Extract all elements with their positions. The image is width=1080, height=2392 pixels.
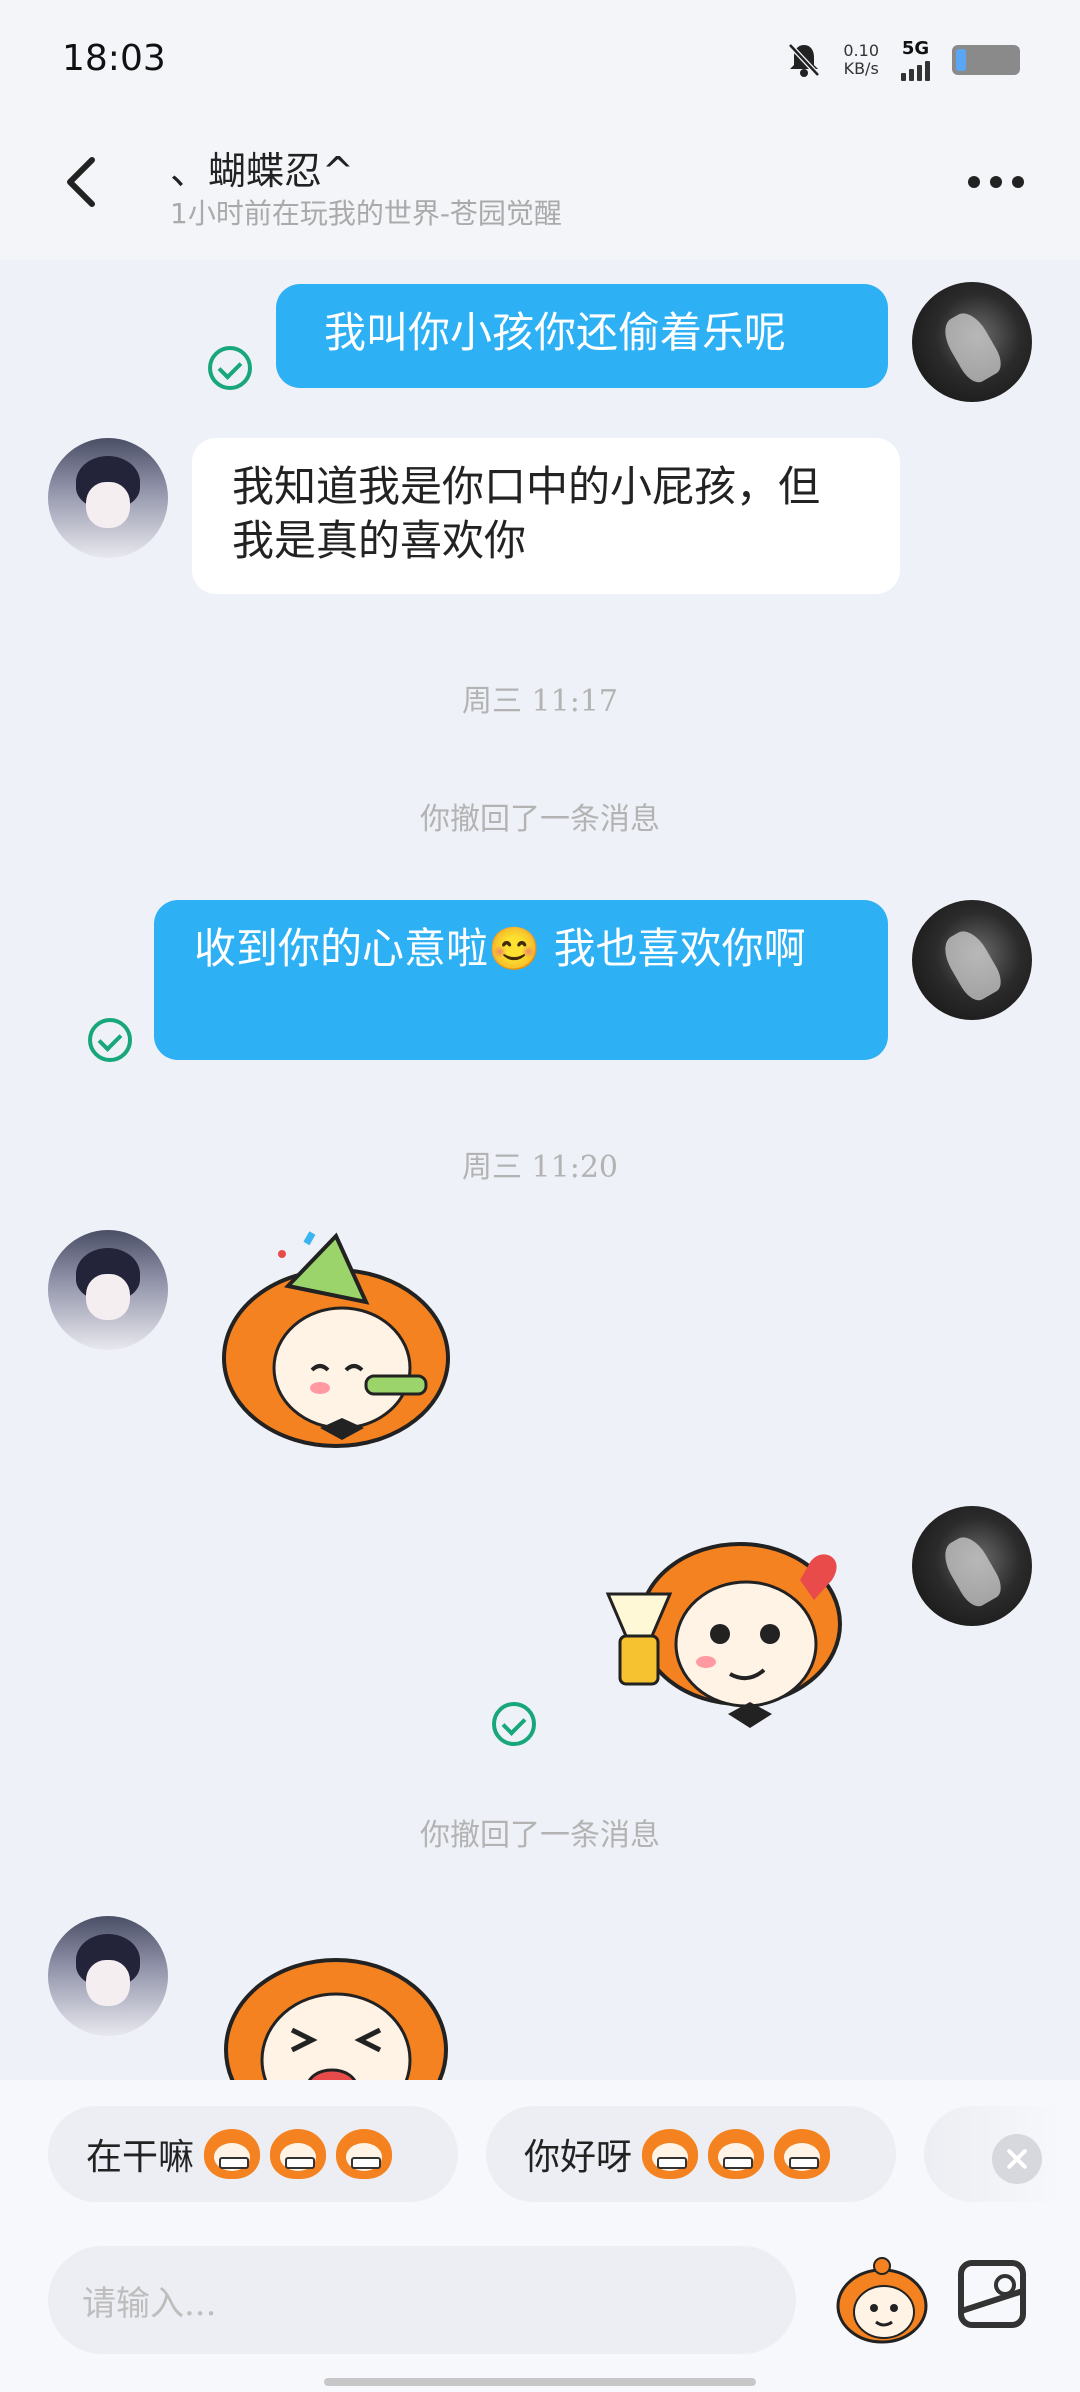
message-bubble-received[interactable]: 我知道我是你口中的小屁孩，但我是真的喜欢你 [192,438,900,594]
network-type: 5G [901,38,930,59]
laughing-sticker[interactable] [216,1940,456,2080]
wink-sticker-icon [642,2129,699,2179]
message-bubble-sent[interactable]: 收到你的心意啦😊 我也喜欢你啊 [154,900,888,1060]
status-icons: 0.10 KB/s 5G [787,38,1020,81]
grin-sticker-icon [270,2129,327,2179]
contact-name[interactable]: 、蝴蝶忍^ [170,140,354,195]
network-speed: 0.10 KB/s [843,40,879,78]
status-bar: 18:03 0.10 KB/s 5G [0,0,1080,120]
battery-icon [952,44,1020,75]
message-input[interactable]: 请输入... [48,2246,796,2354]
chat-header: 、蝴蝶忍^ 1小时前在玩我的世界-苍园觉醒 [0,120,1080,260]
quick-reply-chip[interactable]: 在干嘛 [48,2106,458,2202]
message-bubble-sent[interactable]: 我叫你小孩你还偷着乐呢 [276,284,888,388]
wink-sticker-icon [774,2129,831,2179]
sent-check-icon [492,1702,536,1746]
contact-avatar[interactable] [48,1916,168,2036]
more-icon[interactable] [968,176,1024,188]
grin-sticker-icon [204,2129,261,2179]
close-icon[interactable] [992,2134,1042,2184]
chat-messages[interactable]: 我叫你小孩你还偷着乐呢 我知道我是你口中的小屁孩，但我是真的喜欢你 周三 11:… [0,260,1080,2080]
sent-check-icon [208,346,252,390]
contact-avatar[interactable] [48,438,168,558]
cheers-sticker[interactable] [590,1524,870,1744]
quick-reply-text: 在干嘛 [86,2137,195,2178]
time-label: 周三 11:17 [462,684,618,719]
sent-check-icon [88,1018,132,1062]
input-placeholder: 请输入... [82,2283,217,2324]
contact-avatar[interactable] [48,1230,168,1350]
sticker-picker-icon[interactable] [832,2248,932,2348]
my-avatar[interactable] [912,900,1032,1020]
recall-notice: 你撤回了一条消息 [420,1818,660,1853]
my-avatar[interactable] [912,1506,1032,1626]
my-avatar[interactable] [912,282,1032,402]
status-time: 18:03 [62,38,166,79]
recall-notice: 你撤回了一条消息 [420,802,660,837]
wink-sticker-icon [708,2129,765,2179]
time-label: 周三 11:20 [462,1150,618,1185]
image-picker-icon[interactable] [958,2260,1026,2328]
quick-reply-chip[interactable]: 你好呀 [486,2106,896,2202]
party-horn-sticker[interactable] [216,1218,476,1458]
network-speed-unit: KB/s [843,58,879,78]
home-indicator[interactable] [324,2378,756,2386]
grin-sticker-icon [336,2129,393,2179]
back-arrow-icon[interactable] [52,152,112,212]
signal-icon: 5G [901,38,930,81]
composer-area: 在干嘛 你好呀 请输入... [0,2080,1080,2392]
network-speed-value: 0.10 [843,40,879,60]
quick-reply-text: 你好呀 [524,2137,633,2178]
contact-status: 1小时前在玩我的世界-苍园觉醒 [170,197,562,230]
bell-muted-icon [788,42,821,77]
